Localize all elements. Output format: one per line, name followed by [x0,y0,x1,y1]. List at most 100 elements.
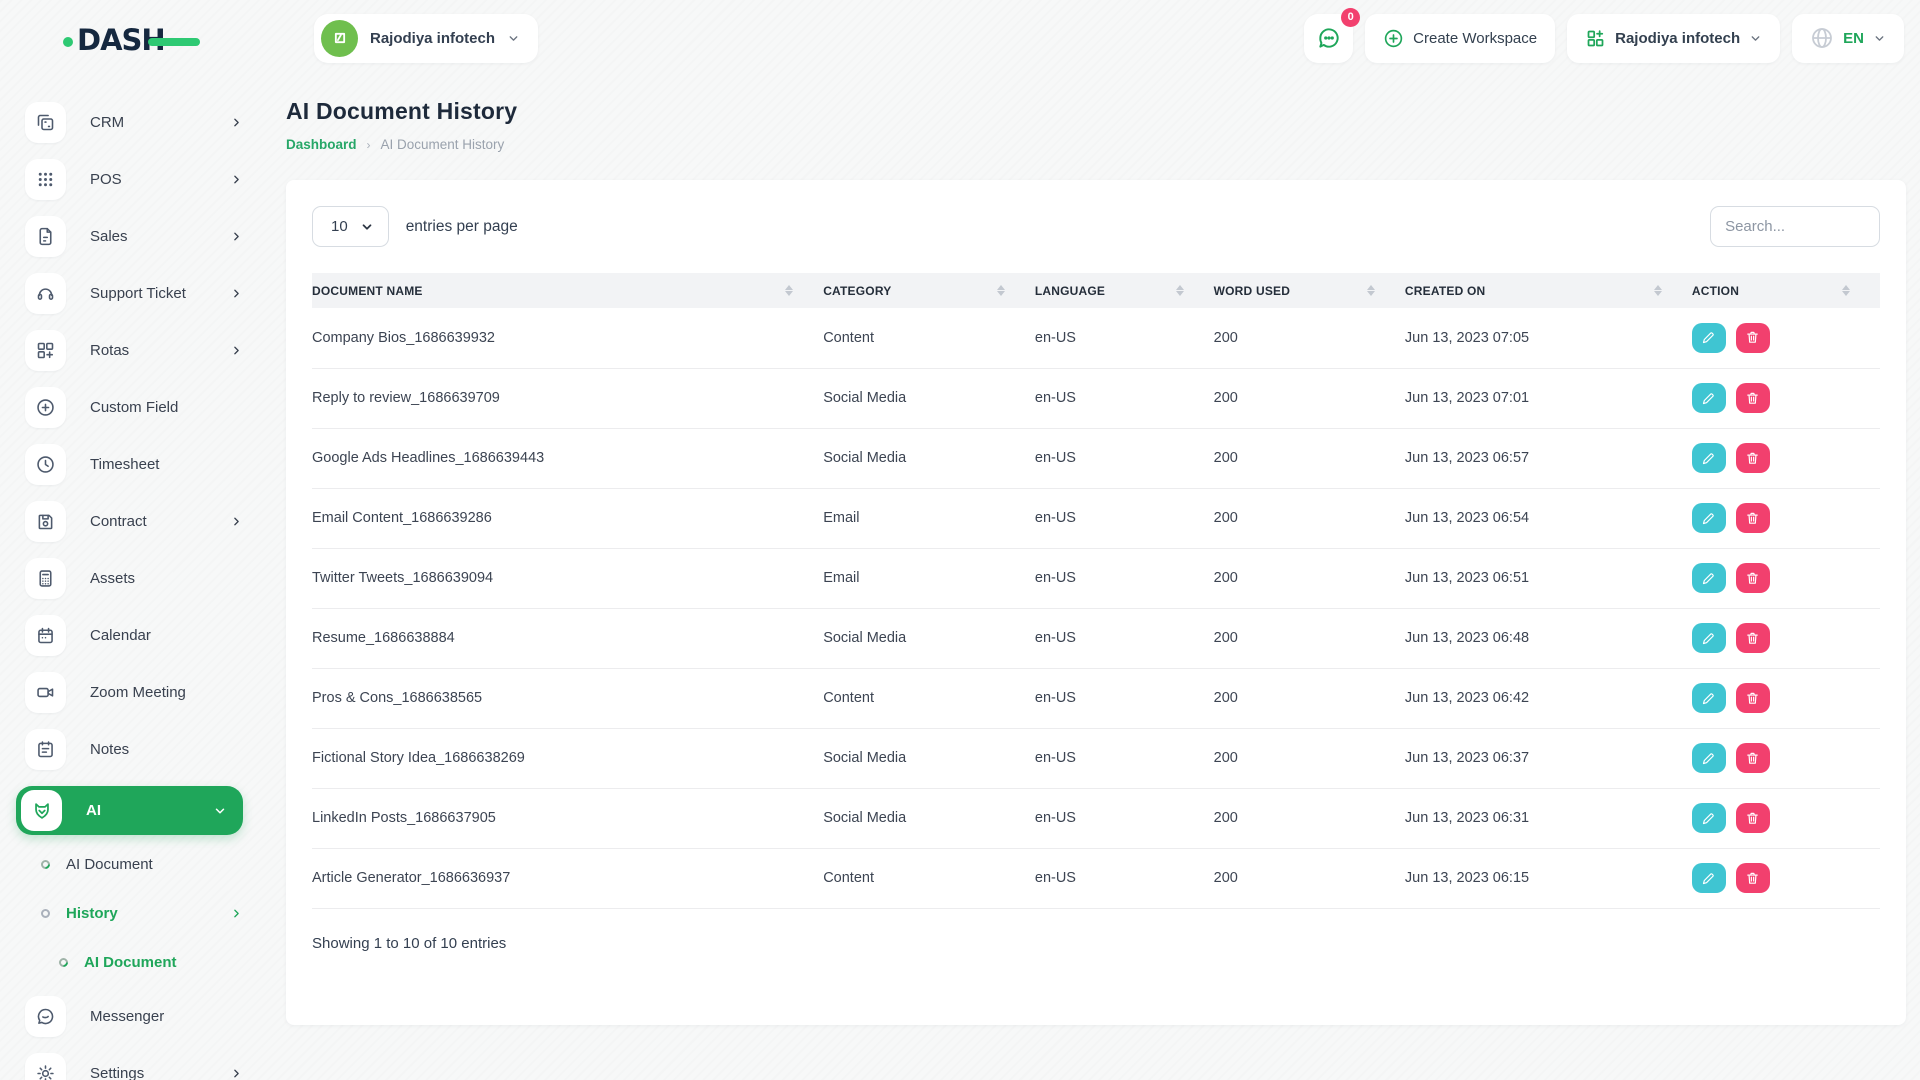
sidebar-subitem-ai-document[interactable]: AI Document [39,849,243,879]
breadcrumb-dashboard-link[interactable]: Dashboard [286,137,357,152]
column-header-category[interactable]: Category [823,273,1035,308]
sidebar-subitem-history-ai-document[interactable]: AI Document [57,947,243,977]
edit-button[interactable] [1691,563,1726,593]
trash-icon [1747,572,1759,584]
sort-icon [1175,285,1184,296]
delete-button[interactable] [1735,443,1770,473]
action-cell [1691,788,1881,849]
trash-icon [1747,812,1759,824]
edit-button[interactable] [1691,383,1726,413]
sidebar-item-label: Notes [90,741,130,758]
sidebar-item-messenger[interactable]: Messenger [25,996,243,1037]
column-header-word-used[interactable]: Word Used [1213,273,1405,308]
column-header-document-name[interactable]: Document Name [312,273,824,308]
column-header-created-on[interactable]: Created On [1404,273,1692,308]
action-cell [1691,368,1881,429]
sidebar-item-notes[interactable]: Notes [25,729,243,770]
edit-button[interactable] [1691,803,1726,833]
language-cell: en-US [1034,308,1214,369]
column-header-action[interactable]: Action [1691,273,1881,308]
table-header-row: Document Name Category Language Word Use… [312,273,1881,308]
created-on-cell: Jun 13, 2023 06:48 [1404,608,1692,669]
edit-button[interactable] [1691,322,1726,353]
delete-button[interactable] [1735,623,1770,653]
table-row: Twitter Tweets_1686639094 Email en-US 20… [312,548,1881,609]
page-size-select[interactable]: 10 [312,206,389,247]
delete-button[interactable] [1735,863,1770,893]
sidebar-item-contract[interactable]: Contract [25,501,243,542]
sidebar-item-crm[interactable]: CRM [25,102,243,143]
sidebar-item-support-ticket[interactable]: Support Ticket [25,273,243,314]
word-used-cell: 200 [1213,308,1405,369]
sidebar-item-custom-field[interactable]: Custom Field [25,387,243,428]
create-workspace-button[interactable]: Create Workspace [1365,13,1556,63]
edit-button[interactable] [1691,863,1726,893]
sidebar-item-zoom-meeting[interactable]: Zoom Meeting [25,672,243,713]
sidebar-item-ai[interactable]: AI [16,786,243,835]
language-cell: en-US [1034,488,1214,549]
language-cell: en-US [1034,548,1214,609]
delete-button[interactable] [1735,383,1770,413]
language-selector[interactable]: EN [1792,13,1904,63]
workspace-selector[interactable]: Rajodiya infotech [314,13,539,63]
sidebar-item-label: Sales [90,228,128,245]
sidebar-subitem-history[interactable]: History [41,898,243,928]
created-on-cell: Jun 13, 2023 06:15 [1404,848,1692,909]
crm-icon [25,102,66,143]
bullet-icon [39,857,52,871]
action-cell [1691,668,1881,729]
sidebar-item-settings[interactable]: Settings [25,1053,243,1080]
delete-button[interactable] [1735,803,1770,833]
messages-button[interactable]: 0 [1304,7,1361,63]
delete-button[interactable] [1735,563,1770,593]
document-name-cell: Fictional Story Idea_1686638269 [312,728,824,789]
sidebar-item-calendar[interactable]: Calendar [25,615,243,656]
pencil-icon [1703,332,1715,344]
word-used-cell: 200 [1213,428,1405,489]
category-cell: Content [823,848,1035,909]
sidebar-item-rotas[interactable]: Rotas [25,330,243,371]
language-cell: en-US [1034,368,1214,429]
sidebar-item-timesheet[interactable]: Timesheet [25,444,243,485]
sidebar-item-pos[interactable]: POS [25,159,243,200]
document-name-cell: Reply to review_1686639709 [312,368,824,429]
document-name-cell: Pros & Cons_1686638565 [312,668,824,729]
workspace-logo-icon [334,32,345,44]
search-input[interactable] [1710,206,1881,247]
account-menu-button[interactable]: Rajodiya infotech [1567,13,1781,63]
edit-button[interactable] [1691,503,1726,533]
sidebar-item-assets[interactable]: Assets [25,558,243,599]
trash-icon [1747,452,1759,464]
edit-button[interactable] [1691,623,1726,653]
word-used-cell: 200 [1213,488,1405,549]
globe-icon [1812,28,1833,48]
word-used-cell: 200 [1213,368,1405,429]
history-card: 10 entries per page Document Name Catego… [286,180,1907,1025]
sidebar-item-label: Messenger [90,1008,165,1025]
table-row: Email Content_1686639286 Email en-US 200… [312,488,1881,549]
history-table: Document Name Category Language Word Use… [312,273,1881,909]
word-used-cell: 200 [1213,548,1405,609]
page-title: AI Document History [286,98,518,124]
edit-button[interactable] [1691,443,1726,473]
language-cell: en-US [1034,788,1214,849]
delete-button[interactable] [1735,743,1770,773]
calculator-icon [25,558,66,599]
document-name-cell: Twitter Tweets_1686639094 [312,548,824,609]
delete-button[interactable] [1735,503,1770,533]
sort-icon [1653,285,1662,296]
sidebar-item-sales[interactable]: Sales [25,216,243,257]
delete-button[interactable] [1735,322,1770,353]
language-cell: en-US [1034,848,1214,909]
action-cell [1691,548,1881,609]
column-header-language[interactable]: Language [1034,273,1214,308]
delete-button[interactable] [1735,683,1770,713]
category-cell: Social Media [823,608,1035,669]
sidebar-item-label: Support Ticket [90,285,186,302]
edit-button[interactable] [1691,683,1726,713]
chevron-right-icon [234,175,239,184]
edit-button[interactable] [1691,743,1726,773]
messenger-icon [25,996,66,1037]
table-footer: Showing 1 to 10 of 10 entries [312,934,507,952]
top-header: DASH Rajodiya infotech 0 Create Workspac… [0,0,1920,66]
